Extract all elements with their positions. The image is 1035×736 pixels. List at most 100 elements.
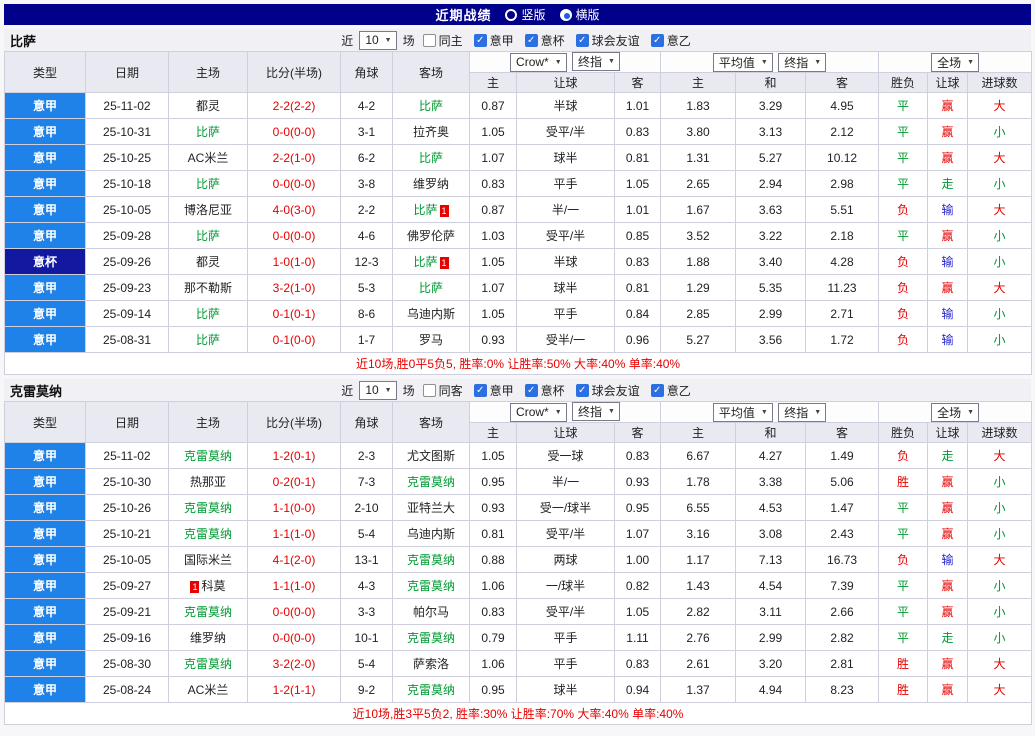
- match-date-cell: 25-09-23: [85, 274, 169, 301]
- home-team-cell: 克雷莫纳: [168, 520, 248, 547]
- odds-kind-select[interactable]: 终指 ▼: [572, 52, 620, 72]
- filter-bar: 比萨 近 10 ▼ 场 同主 意甲 意杯 球会友谊 意乙: [4, 29, 1031, 51]
- result-wdl-cell: 负: [878, 248, 929, 275]
- corner-cell: 3-1: [340, 118, 393, 145]
- col-result-goals: 进球数: [967, 72, 1033, 93]
- away-odds-cell: 0.83: [613, 118, 662, 145]
- near-label: 近: [341, 33, 354, 48]
- score-cell: 1-1(1-0): [247, 520, 341, 547]
- result-goals-cell: 大: [967, 144, 1033, 171]
- team-name: 克雷莫纳: [183, 527, 232, 541]
- col-home: 主场: [168, 401, 248, 443]
- filter-league-seriea[interactable]: 意甲: [473, 382, 514, 399]
- corner-cell: 7-3: [340, 468, 393, 495]
- filter-league-friendly[interactable]: 球会友谊: [575, 32, 640, 49]
- col-date: 日期: [85, 51, 169, 93]
- odds-select-cell: Crow* ▼ 终指 ▼: [468, 51, 662, 73]
- checkbox-label: 球会友谊: [591, 383, 640, 398]
- away-odds-cell: 0.95: [613, 494, 662, 521]
- bookmaker-select[interactable]: Crow* ▼: [510, 402, 567, 422]
- average-select[interactable]: 平均值 ▼: [712, 52, 773, 72]
- matches-label: 场: [402, 33, 415, 48]
- col-score: 比分(半场): [247, 401, 341, 443]
- radio-icon: [559, 8, 572, 21]
- result-wdl-cell: 平: [878, 144, 929, 171]
- away-team-cell: 克雷莫纳: [392, 624, 470, 651]
- filter-league-serieb[interactable]: 意乙: [650, 32, 691, 49]
- score-cell: 1-1(1-0): [247, 572, 341, 599]
- filter-league-friendly[interactable]: 球会友谊: [575, 382, 640, 399]
- select-value: 10: [365, 383, 379, 397]
- result-wdl-cell: 胜: [878, 468, 929, 495]
- away-odds-cell: 0.83: [613, 442, 662, 469]
- home-odds-cell: 1.07: [469, 144, 517, 171]
- select-value: 全场: [937, 55, 962, 70]
- avg-away-cell: 8.23: [805, 676, 880, 703]
- average-select[interactable]: 平均值 ▼: [712, 402, 773, 422]
- home-team-cell: 克雷莫纳: [168, 494, 248, 521]
- layout-mode-horizontal[interactable]: 横版: [559, 6, 600, 23]
- result-wdl-cell: 平: [878, 520, 929, 547]
- result-wdl-cell: 平: [878, 572, 929, 599]
- score-cell: 0-0(0-0): [247, 624, 341, 651]
- corner-cell: 2-3: [340, 442, 393, 469]
- away-odds-cell: 0.81: [613, 274, 662, 301]
- col-odds-home: 主: [469, 72, 517, 93]
- filter-same-venue[interactable]: 同主: [422, 32, 463, 49]
- away-team-cell: 萨索洛: [392, 650, 470, 677]
- red-card-badge: 1: [439, 256, 449, 269]
- score-cell: 1-1(0-0): [247, 494, 341, 521]
- col-result-wdl: 胜负: [878, 72, 929, 93]
- home-team-cell: 热那亚: [168, 468, 248, 495]
- avg-away-cell: 7.39: [805, 572, 880, 599]
- result-goals-cell: 小: [967, 248, 1033, 275]
- team-name: 比萨: [418, 151, 443, 165]
- away-team-cell: 罗马: [392, 326, 470, 353]
- result-wdl-cell: 平: [878, 118, 929, 145]
- home-team-cell: 维罗纳: [168, 624, 248, 651]
- odds-kind-select[interactable]: 终指 ▼: [572, 402, 620, 422]
- col-date: 日期: [85, 401, 169, 443]
- filter-league-cup[interactable]: 意杯: [524, 382, 565, 399]
- avg-home-cell: 1.17: [660, 546, 737, 573]
- average-kind-select[interactable]: 终指 ▼: [778, 52, 827, 72]
- filter-league-serieb[interactable]: 意乙: [650, 382, 691, 399]
- team-name: 热那亚: [189, 475, 226, 489]
- match-count-select[interactable]: 10 ▼: [359, 30, 397, 50]
- handicap-cell: 半球: [516, 248, 615, 275]
- filter-league-cup[interactable]: 意杯: [524, 32, 565, 49]
- bookmaker-select[interactable]: Crow* ▼: [510, 52, 567, 72]
- league-type-cell: 意甲: [4, 520, 86, 547]
- team-name: 比萨: [413, 255, 438, 269]
- match-date-cell: 25-10-05: [85, 546, 169, 573]
- match-row: 意甲 25-10-30 热那亚 0-2(0-1) 7-3 克雷莫纳 0.95 半/一 0.93 1…: [4, 468, 1033, 495]
- handicap-cell: 受平/半: [516, 118, 615, 145]
- team-name: 亚特兰大: [406, 501, 455, 515]
- col-odds-away: 客: [613, 72, 662, 93]
- layout-mode-vertical[interactable]: 竖版: [505, 6, 546, 23]
- avg-home-cell: 1.43: [660, 572, 737, 599]
- league-type-cell: 意甲: [4, 624, 86, 651]
- corner-cell: 4-3: [340, 572, 393, 599]
- home-odds-cell: 1.03: [469, 222, 517, 249]
- match-row: 意甲 25-08-30 克雷莫纳 3-2(2-0) 5-4 萨索洛 1.06 平手 0.83 2.…: [4, 650, 1033, 677]
- league-type-cell: 意甲: [4, 598, 86, 625]
- scope-select[interactable]: 全场 ▼: [931, 402, 980, 422]
- match-count-select[interactable]: 10 ▼: [359, 380, 397, 400]
- avg-draw-cell: 3.40: [735, 248, 807, 275]
- away-team-cell: 比萨 1: [392, 248, 470, 275]
- result-handicap-cell: 赢: [927, 598, 969, 625]
- average-kind-select[interactable]: 终指 ▼: [778, 402, 827, 422]
- checkbox-label: 意甲: [489, 383, 514, 398]
- league-type-cell: 意甲: [4, 92, 86, 119]
- filter-league-seriea[interactable]: 意甲: [473, 32, 514, 49]
- team-name: 都灵: [195, 99, 220, 113]
- home-odds-cell: 0.87: [469, 92, 517, 119]
- avg-draw-cell: 3.13: [735, 118, 807, 145]
- match-row: 意甲 25-09-27 1 科莫 1-1(1-0) 4-3 克雷莫纳 1.06 一/球半 0.82…: [4, 572, 1033, 599]
- match-row: 意甲 25-09-23 那不勒斯 3-2(1-0) 5-3 比萨 1.07 球半 0.81 1.2…: [4, 274, 1033, 301]
- scope-select[interactable]: 全场 ▼: [931, 52, 980, 72]
- home-odds-cell: 0.93: [469, 494, 517, 521]
- checkbox-label: 意乙: [666, 383, 691, 398]
- filter-same-venue[interactable]: 同客: [422, 382, 463, 399]
